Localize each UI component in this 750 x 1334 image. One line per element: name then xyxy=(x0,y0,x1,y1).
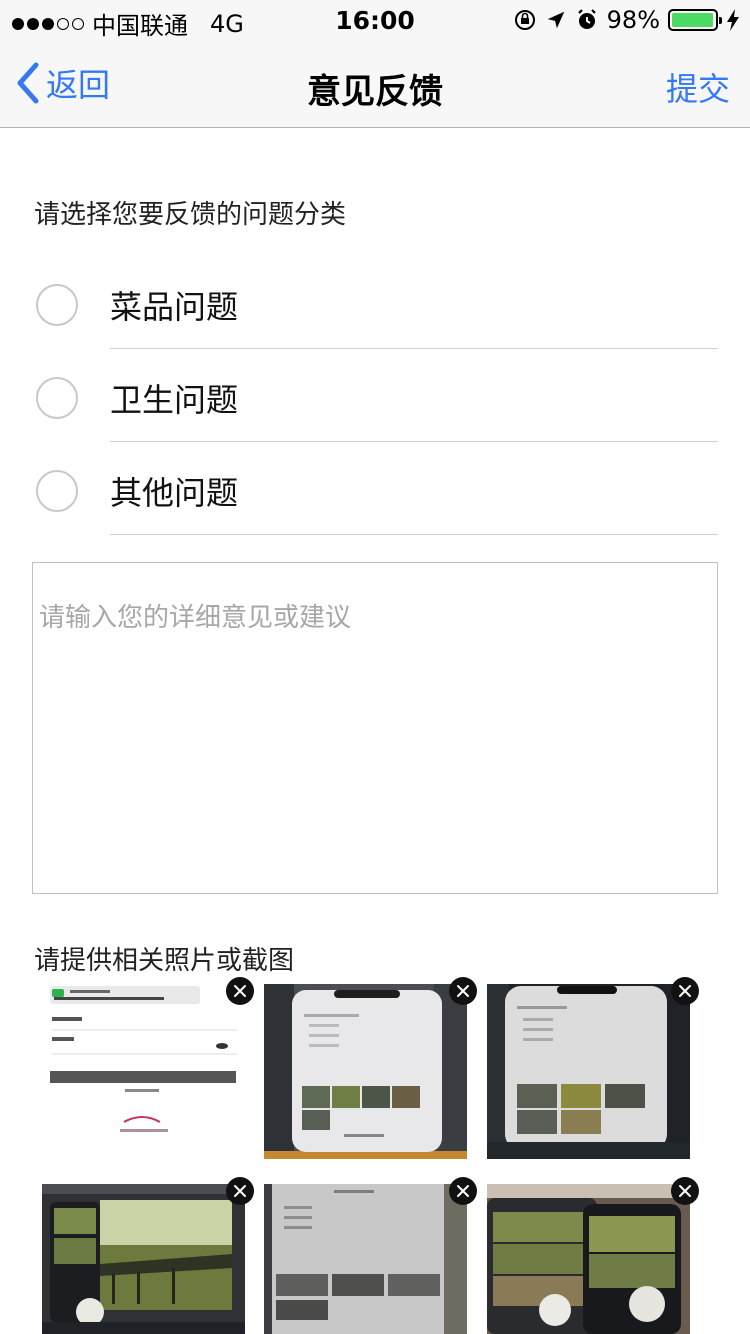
phone-feedback-photo-image-2 xyxy=(487,984,690,1159)
close-icon xyxy=(457,985,469,997)
battery-fill xyxy=(672,13,714,27)
close-icon xyxy=(234,985,246,997)
photo-thumbnail[interactable] xyxy=(487,1184,690,1334)
option-other-issue[interactable]: 其他问题 xyxy=(0,442,750,535)
feedback-textarea[interactable]: 请输入您的详细意见或建议 xyxy=(32,562,718,894)
wechat-login-screenshot-image xyxy=(42,984,245,1159)
close-icon xyxy=(234,1185,246,1197)
remove-photo-button[interactable] xyxy=(449,977,477,1005)
photo-thumbnail[interactable] xyxy=(487,984,690,1159)
photo-thumbnail[interactable] xyxy=(42,984,245,1159)
location-arrow-icon xyxy=(547,11,564,29)
battery-icon xyxy=(668,9,722,31)
battery-percent: 98% xyxy=(606,6,660,34)
radio-button[interactable] xyxy=(36,470,78,512)
remove-photo-button[interactable] xyxy=(671,1177,699,1205)
navigation-bar: 返回 意见反馈 提交 xyxy=(0,40,750,128)
divider xyxy=(110,534,718,535)
remove-photo-button[interactable] xyxy=(449,1177,477,1205)
close-icon xyxy=(679,985,691,997)
option-hygiene-issue[interactable]: 卫生问题 xyxy=(0,349,750,442)
photos-prompt: 请提供相关照片或截图 xyxy=(34,946,295,976)
orientation-lock-icon xyxy=(514,10,535,30)
phone-feedback-photo-image xyxy=(264,984,467,1159)
status-bar: 中国联通 4G 16:00 98% xyxy=(0,0,750,40)
charging-bolt-icon xyxy=(727,9,739,31)
photo-grid xyxy=(0,977,750,1334)
radio-button[interactable] xyxy=(36,377,78,419)
category-prompt: 请选择您要反馈的问题分类 xyxy=(34,200,347,230)
monitor-pier-photo-image xyxy=(42,1184,245,1334)
option-label: 卫生问题 xyxy=(110,381,239,419)
radio-button[interactable] xyxy=(36,284,78,326)
remove-photo-button[interactable] xyxy=(226,1177,254,1205)
alarm-clock-icon xyxy=(577,9,596,29)
feedback-placeholder: 请输入您的详细意见或建议 xyxy=(39,603,352,633)
feedback-form-gray-photo-image xyxy=(264,1184,467,1334)
photo-thumbnail[interactable] xyxy=(264,984,467,1159)
remove-photo-button[interactable] xyxy=(226,977,254,1005)
close-icon xyxy=(679,1185,691,1197)
status-right: 98% xyxy=(513,6,740,34)
option-label: 菜品问题 xyxy=(110,288,239,326)
remove-photo-button[interactable] xyxy=(671,977,699,1005)
photo-thumbnail[interactable] xyxy=(264,1184,467,1334)
option-label: 其他问题 xyxy=(110,474,239,512)
option-dish-issue[interactable]: 菜品问题 xyxy=(0,256,750,349)
photo-thumbnail[interactable] xyxy=(42,1184,245,1334)
close-icon xyxy=(457,1185,469,1197)
submit-button[interactable]: 提交 xyxy=(666,64,730,110)
page-title: 意见反馈 xyxy=(307,72,443,112)
phones-pier-photo-image xyxy=(487,1184,690,1334)
